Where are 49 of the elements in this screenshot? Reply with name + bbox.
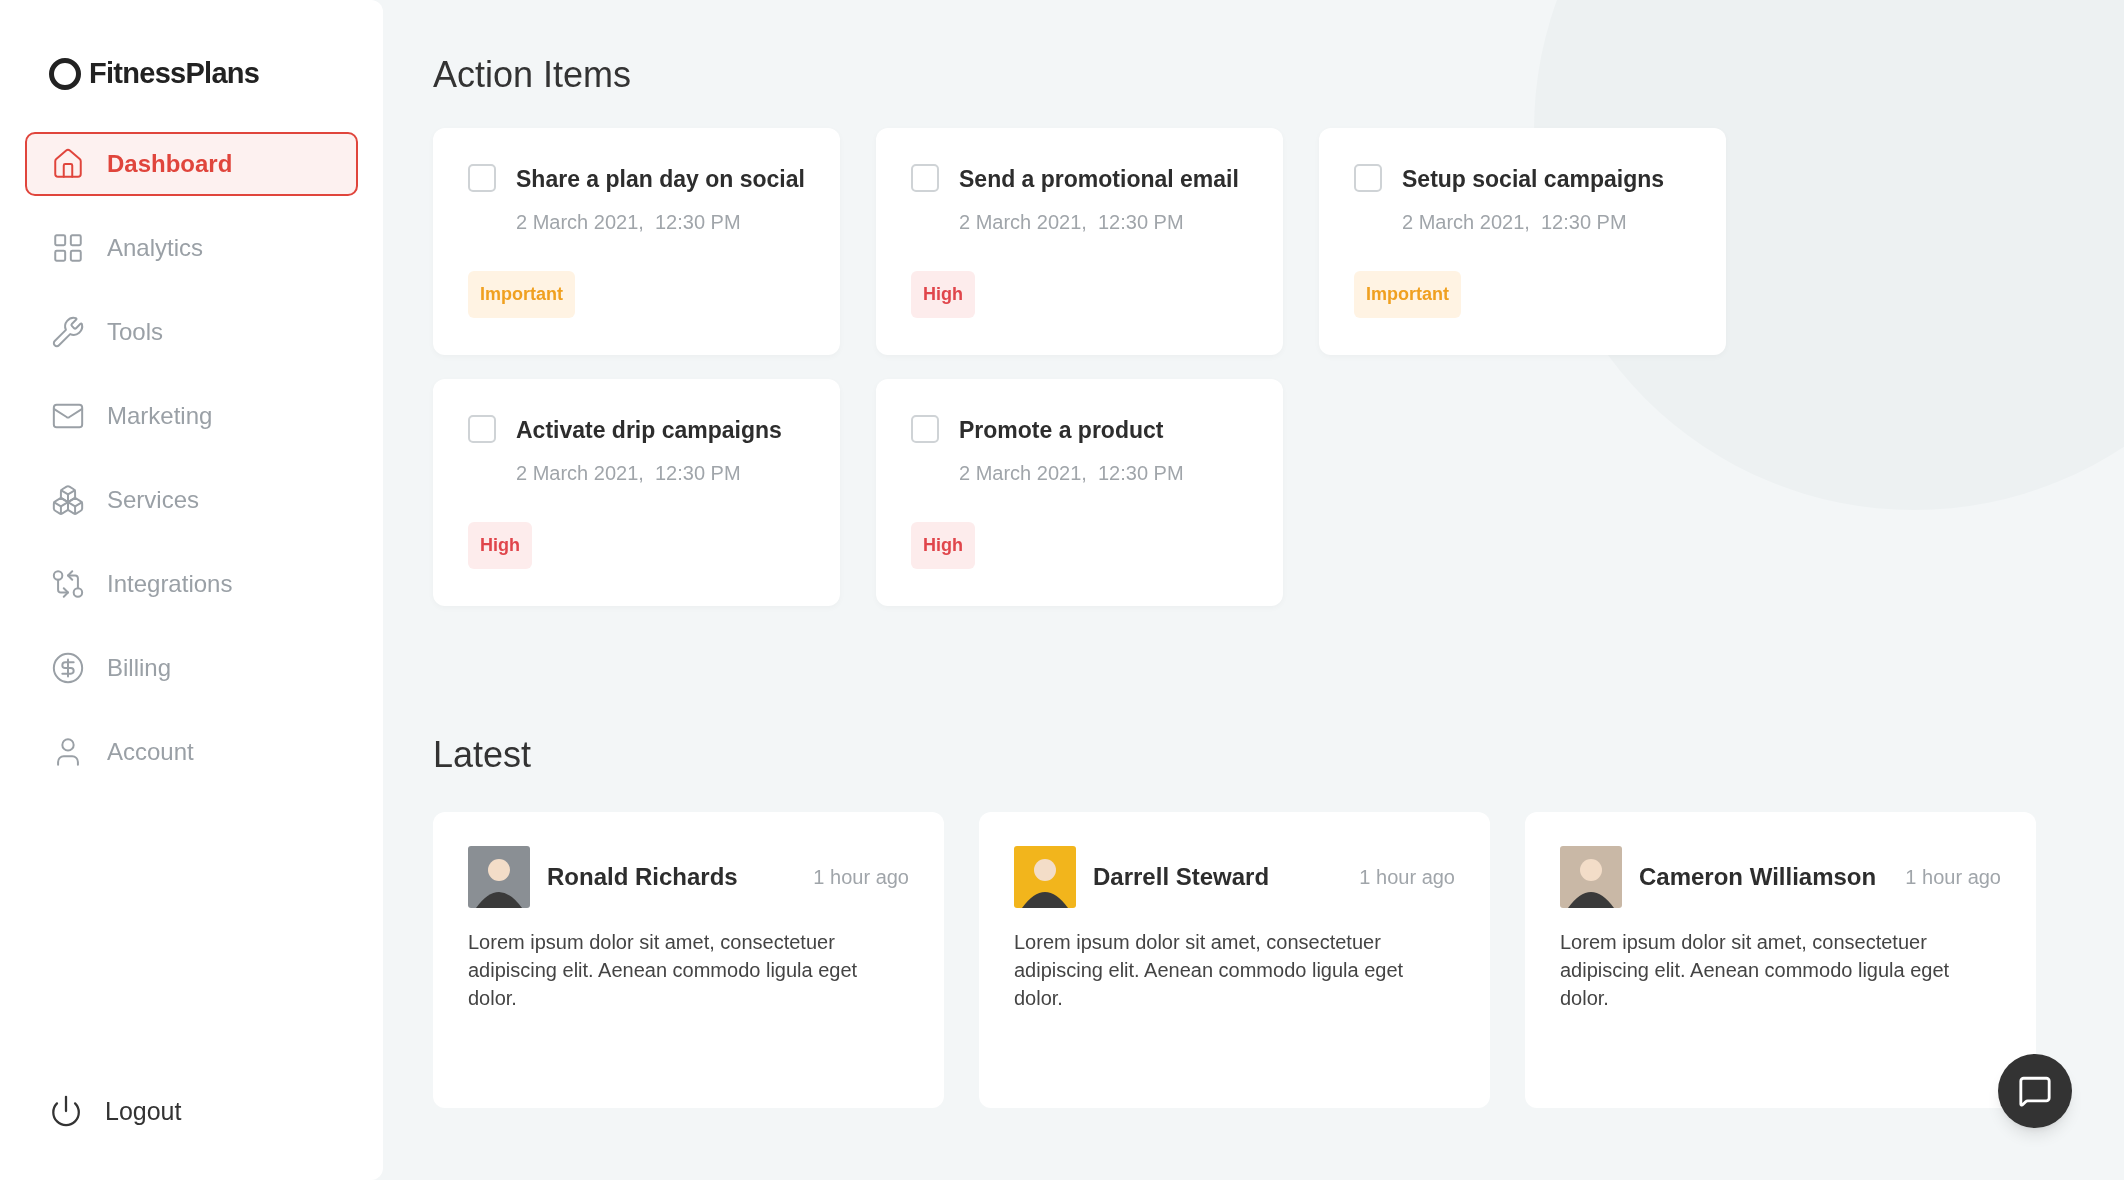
app-logo: FitnessPlans (89, 56, 260, 91)
logout-button[interactable]: Logout (25, 1092, 358, 1130)
logo-icon (49, 57, 81, 90)
task-date: 2 March 2021, 12:30 PM (1402, 209, 1628, 235)
post-time: 1 hour ago (1905, 865, 2001, 890)
task-date: 2 March 2021, 12:30 PM (516, 460, 742, 486)
priority-tag: Important (468, 270, 575, 318)
chat-button[interactable] (1998, 1054, 2072, 1128)
nav-item[interactable]: Account (25, 719, 358, 784)
nav-item[interactable]: Marketing (25, 383, 358, 448)
checkbox[interactable] (468, 415, 496, 443)
nav-item[interactable]: Dashboard (25, 131, 358, 196)
priority-tag: High (911, 521, 975, 569)
task-date: 2 March 2021, 12:30 PM (516, 209, 742, 235)
checkbox[interactable] (1354, 164, 1382, 192)
task-date: 2 March 2021, 12:30 PM (959, 460, 1184, 486)
nav-item[interactable]: Services (25, 467, 358, 532)
wrench-icon (51, 314, 85, 349)
checkbox[interactable] (468, 164, 496, 192)
post-text: Lorem ipsum dolor sit amet, consectetuer adipiscing elit. Aenean commodo ligula eget dolor. (468, 930, 859, 1011)
nav-item[interactable]: Billing (25, 635, 358, 700)
task-title: Share a plan day on social (516, 165, 805, 194)
post-time: 1 hour ago (813, 865, 909, 890)
task-date: 2 March 2021, 12:30 PM (959, 209, 1185, 235)
post-time: 1 hour ago (1359, 865, 1455, 890)
task-title: Send a promotional email (959, 165, 1239, 194)
checkbox[interactable] (911, 164, 939, 192)
chat-icon (2018, 1074, 2052, 1108)
nav-item[interactable]: Tools (25, 299, 358, 364)
task-title: Activate drip campaigns (516, 416, 782, 445)
dollar-coin-icon (51, 650, 85, 685)
author-name: Ronald Richards (547, 862, 738, 892)
home-icon (51, 146, 85, 181)
checkbox[interactable] (911, 415, 939, 443)
author-name: Cameron Williamson (1639, 862, 1877, 892)
post-text: Lorem ipsum dolor sit amet, consectetuer adipiscing elit. Aenean commodo ligula eget dolor. (1560, 930, 1951, 1011)
priority-tag: Important (1354, 270, 1461, 318)
section-title: Action Items (433, 53, 633, 97)
author-name: Darrell Steward (1093, 862, 1270, 892)
section-title: Latest (433, 733, 533, 777)
task-title: Promote a product (959, 416, 1165, 445)
power-icon (49, 1094, 83, 1129)
boxes-icon (51, 482, 85, 517)
priority-tag: High (468, 521, 532, 569)
priority-tag: High (911, 270, 975, 318)
nav-item[interactable]: Analytics (25, 215, 358, 280)
post-text: Lorem ipsum dolor sit amet, consectetuer adipiscing elit. Aenean commodo ligula eget dolor. (1014, 930, 1405, 1011)
nav-item[interactable]: Integrations (25, 551, 358, 616)
task-title: Setup social campaigns (1402, 165, 1665, 194)
